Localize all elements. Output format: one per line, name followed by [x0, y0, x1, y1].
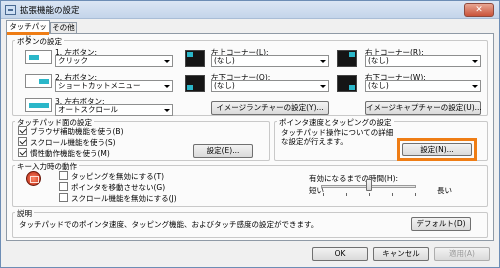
- window-app-icon: [5, 5, 16, 15]
- freeze-pointer-label: ポインタを移動させない(G): [71, 183, 166, 192]
- chevron-down-icon: [318, 81, 328, 91]
- close-button[interactable]: ✕: [464, 3, 494, 17]
- key-input-title: キー入力時の動作: [15, 161, 79, 172]
- image-launcher-settings-button[interactable]: イメージランチャーの設定(Y)...: [211, 101, 329, 115]
- lower-right-corner-value: (なし): [368, 81, 389, 90]
- image-capture-settings-button[interactable]: イメージキャプチャーの設定(U)...: [365, 101, 482, 115]
- chevron-down-icon: [162, 56, 172, 66]
- lower-left-corner-icon: [185, 75, 205, 92]
- pointer-tapping-description: タッチパッド操作についての詳細な設定が行えます。: [281, 128, 394, 146]
- chevron-down-icon: [318, 56, 328, 66]
- tab-highlight-marker: [7, 32, 49, 35]
- keyboard-icon: [26, 171, 41, 186]
- chevron-down-icon: [470, 56, 480, 66]
- scroll-function-label: スクロール機能を使う(S): [30, 138, 116, 147]
- slider-tick: [323, 193, 324, 196]
- description-group: 説明 タッチパッドでのポインタ速度、タッピング機能、およびタッチ感度の設定ができ…: [12, 208, 488, 238]
- inertia-function-label: 慣性動作機能を使う(M): [30, 149, 110, 158]
- lower-left-corner-select[interactable]: (なし): [211, 80, 329, 92]
- both-buttons-select[interactable]: オートスクロール: [55, 104, 173, 116]
- key-input-group: キー入力時の動作 タッピングを無効にする(T) ポインタを移動させない(G) ス…: [12, 161, 488, 207]
- button-settings-group: ボタンの設定 1. 左ボタン: クリック 2. 右ボタン: ショートカットメニュ…: [12, 36, 488, 116]
- window-title: 拡張機能の設定: [20, 6, 80, 16]
- upper-left-corner-value: (なし): [214, 56, 235, 65]
- slider-tick: [392, 193, 393, 196]
- apply-button[interactable]: 適用(A): [434, 247, 490, 261]
- inertia-function-checkbox[interactable]: [18, 148, 27, 157]
- disable-tapping-label: タッピングを無効にする(T): [71, 172, 165, 181]
- slider-tick: [369, 193, 370, 196]
- upper-right-corner-select[interactable]: (なし): [365, 55, 481, 67]
- default-button[interactable]: デフォルト(D): [411, 217, 471, 231]
- description-text: タッチパッドでのポインタ速度、タッピング機能、およびタッチ感度の設定ができます。: [19, 220, 319, 229]
- both-buttons-touchpad-icon: [25, 98, 52, 112]
- ok-button[interactable]: OK: [312, 247, 368, 261]
- right-button-touchpad-icon: [25, 74, 52, 88]
- tab-other[interactable]: その他: [50, 22, 77, 33]
- chevron-down-icon: [470, 81, 480, 91]
- lower-right-corner-icon: [337, 75, 357, 92]
- lower-right-corner-select[interactable]: (なし): [365, 80, 481, 92]
- slider-tick: [415, 193, 416, 196]
- cancel-button[interactable]: キャンセル: [373, 247, 429, 261]
- slider-max-label: 長い: [437, 186, 452, 195]
- browser-assist-checkbox[interactable]: [18, 126, 27, 135]
- upper-right-corner-value: (なし): [368, 56, 389, 65]
- right-button-select[interactable]: ショートカットメニュー: [55, 80, 173, 92]
- both-buttons-value: オートスクロール: [58, 105, 118, 114]
- description-title: 説明: [15, 208, 34, 219]
- slider-tick: [346, 193, 347, 196]
- upper-left-corner-icon: [185, 50, 205, 67]
- timeout-slider-thumb[interactable]: [365, 179, 372, 191]
- disable-scroll-checkbox[interactable]: [59, 193, 68, 202]
- chevron-down-icon: [162, 81, 172, 91]
- disable-scroll-label: スクロール機能を無効にする(J): [71, 194, 177, 203]
- lower-left-corner-value: (なし): [214, 81, 235, 90]
- freeze-pointer-checkbox[interactable]: [59, 182, 68, 191]
- scroll-function-checkbox[interactable]: [18, 137, 27, 146]
- settings-window: 拡張機能の設定 ✕ タッチパッド その他 ボタンの設定 1. 左ボタン: クリッ…: [0, 0, 500, 268]
- upper-right-corner-icon: [337, 50, 357, 67]
- right-button-value: ショートカットメニュー: [58, 81, 141, 90]
- disable-tapping-checkbox[interactable]: [59, 171, 68, 180]
- left-button-select[interactable]: クリック: [55, 55, 173, 67]
- title-bar: 拡張機能の設定 ✕: [1, 1, 499, 19]
- settings-button-highlight: [397, 138, 477, 161]
- pointer-tapping-title: ポインタ速度とタッピングの設定: [277, 117, 394, 128]
- upper-left-corner-select[interactable]: (なし): [211, 55, 329, 67]
- left-button-value: クリック: [58, 56, 88, 65]
- chevron-down-icon: [162, 105, 172, 115]
- left-button-touchpad-icon: [25, 50, 52, 64]
- browser-assist-label: ブラウザ補助機能を使う(B): [30, 127, 124, 136]
- timeout-label: 有効になるまでの時間(H):: [309, 174, 399, 183]
- touchpad-surface-group: タッチパッド面の設定 ブラウザ補助機能を使う(B) スクロール機能を使う(S) …: [12, 117, 270, 161]
- button-settings-title: ボタンの設定: [15, 36, 64, 47]
- tab-panel: ボタンの設定 1. 左ボタン: クリック 2. 右ボタン: ショートカットメニュ…: [6, 33, 494, 241]
- touchpad-surface-settings-button[interactable]: 設定(E)...: [193, 144, 253, 158]
